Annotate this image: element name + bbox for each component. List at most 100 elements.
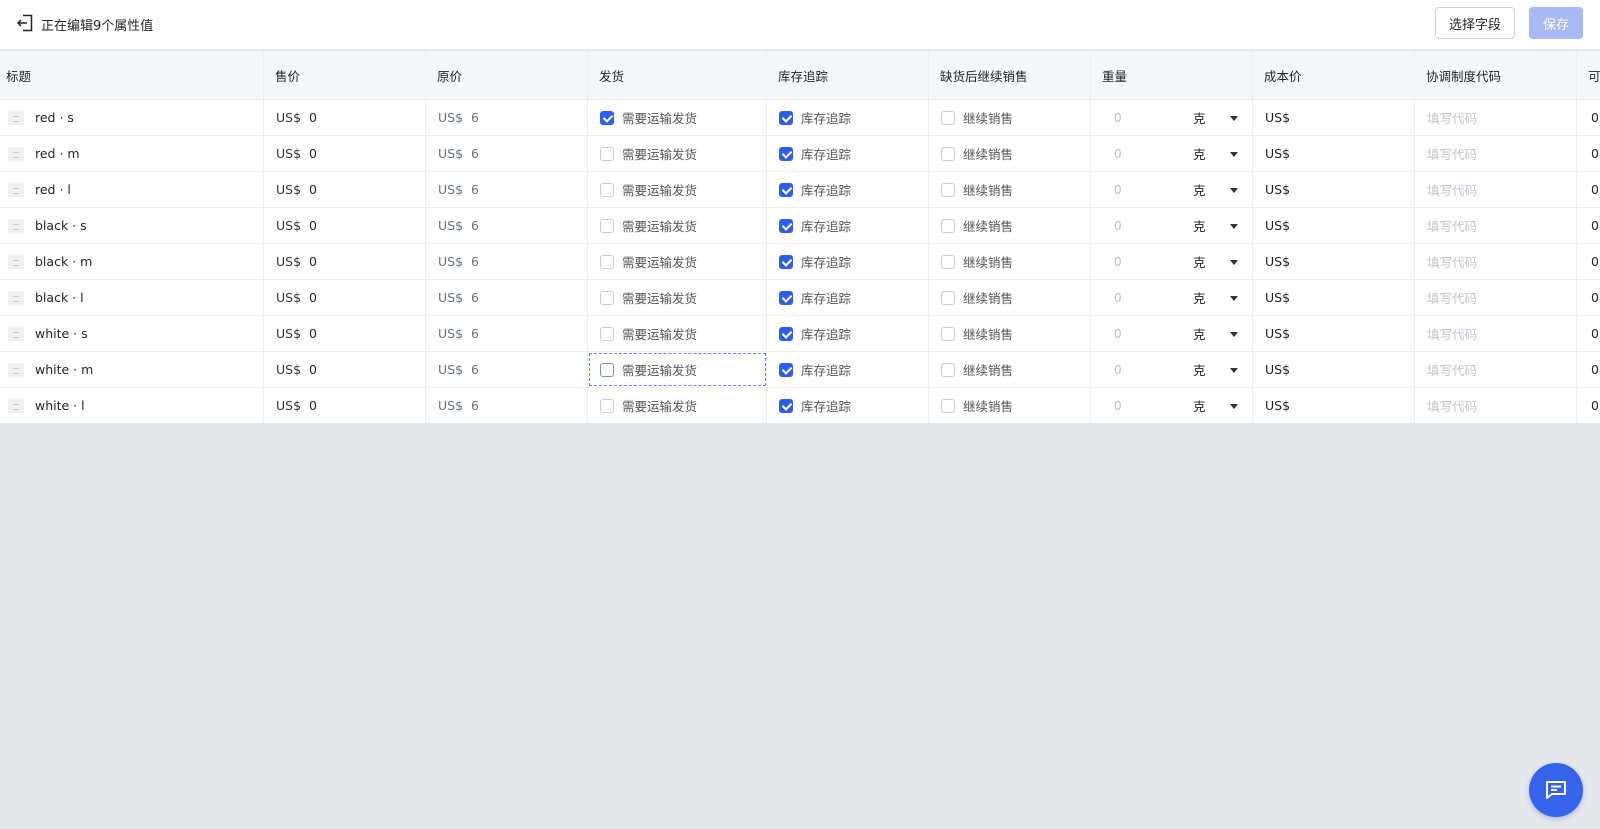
caret-down-icon[interactable] bbox=[1230, 404, 1238, 409]
cost-price-field[interactable]: US$ bbox=[1253, 388, 1415, 423]
hs-code-field[interactable]: 填写代码 bbox=[1415, 388, 1577, 423]
image-placeholder-icon[interactable] bbox=[8, 255, 24, 269]
tracking-checkbox[interactable] bbox=[779, 254, 793, 269]
weight-value[interactable]: 0 bbox=[1114, 147, 1122, 161]
cost-price-field[interactable]: US$ bbox=[1253, 136, 1415, 171]
tracking-checkbox[interactable] bbox=[779, 290, 793, 305]
weight-value[interactable]: 0 bbox=[1114, 399, 1122, 413]
available-field[interactable]: 0 bbox=[1577, 208, 1600, 243]
continue-selling-cell[interactable]: 继续销售 bbox=[929, 280, 1091, 315]
hs-code-field[interactable]: 填写代码 bbox=[1415, 100, 1577, 135]
cost-price-field[interactable]: US$ bbox=[1253, 244, 1415, 279]
caret-down-icon[interactable] bbox=[1230, 152, 1238, 157]
compare-price-field[interactable]: US$ 6 bbox=[426, 208, 588, 243]
tracking-cell[interactable]: 库存追踪 bbox=[767, 280, 929, 315]
shipping-cell[interactable]: 需要运输发货 bbox=[588, 244, 767, 279]
continue-selling-checkbox[interactable] bbox=[941, 290, 955, 305]
tracking-cell[interactable]: 库存追踪 bbox=[767, 136, 929, 171]
weight-field[interactable]: 0克 bbox=[1091, 100, 1253, 135]
shipping-checkbox[interactable] bbox=[600, 398, 614, 413]
shipping-checkbox[interactable] bbox=[600, 326, 614, 341]
tracking-checkbox[interactable] bbox=[779, 146, 793, 161]
compare-price-field[interactable]: US$ 6 bbox=[426, 280, 588, 315]
available-field[interactable]: 0 bbox=[1577, 172, 1600, 207]
image-placeholder-icon[interactable] bbox=[8, 147, 24, 161]
continue-selling-checkbox[interactable] bbox=[941, 254, 955, 269]
hs-code-field[interactable]: 填写代码 bbox=[1415, 244, 1577, 279]
save-button[interactable]: 保存 bbox=[1529, 7, 1583, 39]
cost-price-field[interactable]: US$ bbox=[1253, 172, 1415, 207]
cost-price-field[interactable]: US$ bbox=[1253, 352, 1415, 387]
continue-selling-cell[interactable]: 继续销售 bbox=[929, 388, 1091, 423]
tracking-checkbox[interactable] bbox=[779, 110, 793, 125]
caret-down-icon[interactable] bbox=[1230, 188, 1238, 193]
continue-selling-cell[interactable]: 继续销售 bbox=[929, 172, 1091, 207]
compare-price-field[interactable]: US$ 6 bbox=[426, 136, 588, 171]
tracking-cell[interactable]: 库存追踪 bbox=[767, 172, 929, 207]
image-placeholder-icon[interactable] bbox=[8, 363, 24, 377]
tracking-cell[interactable]: 库存追踪 bbox=[767, 208, 929, 243]
tracking-cell[interactable]: 库存追踪 bbox=[767, 388, 929, 423]
tracking-checkbox[interactable] bbox=[779, 182, 793, 197]
cost-price-field[interactable]: US$ bbox=[1253, 316, 1415, 351]
tracking-checkbox[interactable] bbox=[779, 398, 793, 413]
cost-price-field[interactable]: US$ bbox=[1253, 208, 1415, 243]
hs-code-field[interactable]: 填写代码 bbox=[1415, 352, 1577, 387]
price-field[interactable]: US$ 0 bbox=[264, 316, 426, 351]
weight-field[interactable]: 0克 bbox=[1091, 172, 1253, 207]
caret-down-icon[interactable] bbox=[1230, 368, 1238, 373]
cost-price-field[interactable]: US$ bbox=[1253, 100, 1415, 135]
compare-price-field[interactable]: US$ 6 bbox=[426, 316, 588, 351]
shipping-cell[interactable]: 需要运输发货 bbox=[588, 136, 767, 171]
available-field[interactable]: 0 bbox=[1577, 316, 1600, 351]
hs-code-field[interactable]: 填写代码 bbox=[1415, 208, 1577, 243]
shipping-checkbox[interactable] bbox=[600, 218, 614, 233]
weight-value[interactable]: 0 bbox=[1114, 255, 1122, 269]
continue-selling-cell[interactable]: 继续销售 bbox=[929, 244, 1091, 279]
shipping-checkbox[interactable] bbox=[600, 146, 614, 161]
weight-field[interactable]: 0克 bbox=[1091, 208, 1253, 243]
weight-field[interactable]: 0克 bbox=[1091, 316, 1253, 351]
price-field[interactable]: US$ 0 bbox=[264, 244, 426, 279]
compare-price-field[interactable]: US$ 6 bbox=[426, 244, 588, 279]
continue-selling-cell[interactable]: 继续销售 bbox=[929, 136, 1091, 171]
shipping-cell[interactable]: 需要运输发货 bbox=[588, 352, 767, 387]
weight-field[interactable]: 0克 bbox=[1091, 136, 1253, 171]
price-field[interactable]: US$ 0 bbox=[264, 352, 426, 387]
continue-selling-checkbox[interactable] bbox=[941, 182, 955, 197]
image-placeholder-icon[interactable] bbox=[8, 111, 24, 125]
cost-price-field[interactable]: US$ bbox=[1253, 280, 1415, 315]
compare-price-field[interactable]: US$ 6 bbox=[426, 388, 588, 423]
price-field[interactable]: US$ 0 bbox=[264, 280, 426, 315]
caret-down-icon[interactable] bbox=[1230, 296, 1238, 301]
available-field[interactable]: 0 bbox=[1577, 280, 1600, 315]
weight-value[interactable]: 0 bbox=[1114, 363, 1122, 377]
continue-selling-checkbox[interactable] bbox=[941, 218, 955, 233]
weight-field[interactable]: 0克 bbox=[1091, 352, 1253, 387]
hs-code-field[interactable]: 填写代码 bbox=[1415, 172, 1577, 207]
tracking-cell[interactable]: 库存追踪 bbox=[767, 100, 929, 135]
continue-selling-checkbox[interactable] bbox=[941, 326, 955, 341]
continue-selling-checkbox[interactable] bbox=[941, 146, 955, 161]
continue-selling-checkbox[interactable] bbox=[941, 110, 955, 125]
weight-field[interactable]: 0克 bbox=[1091, 244, 1253, 279]
chat-button[interactable] bbox=[1529, 763, 1583, 817]
shipping-cell[interactable]: 需要运输发货 bbox=[588, 388, 767, 423]
available-field[interactable]: 0 bbox=[1577, 136, 1600, 171]
shipping-checkbox[interactable] bbox=[600, 254, 614, 269]
weight-value[interactable]: 0 bbox=[1114, 183, 1122, 197]
hs-code-field[interactable]: 填写代码 bbox=[1415, 316, 1577, 351]
shipping-checkbox[interactable] bbox=[600, 290, 614, 305]
continue-selling-cell[interactable]: 继续销售 bbox=[929, 208, 1091, 243]
compare-price-field[interactable]: US$ 6 bbox=[426, 100, 588, 135]
continue-selling-checkbox[interactable] bbox=[941, 398, 955, 413]
available-field[interactable]: 0 bbox=[1577, 388, 1600, 423]
continue-selling-cell[interactable]: 继续销售 bbox=[929, 352, 1091, 387]
exit-back-icon[interactable] bbox=[17, 14, 33, 32]
tracking-checkbox[interactable] bbox=[779, 326, 793, 341]
image-placeholder-icon[interactable] bbox=[8, 291, 24, 305]
shipping-checkbox[interactable] bbox=[600, 110, 614, 125]
price-field[interactable]: US$ 0 bbox=[264, 172, 426, 207]
available-field[interactable]: 0 bbox=[1577, 352, 1600, 387]
weight-value[interactable]: 0 bbox=[1114, 219, 1122, 233]
